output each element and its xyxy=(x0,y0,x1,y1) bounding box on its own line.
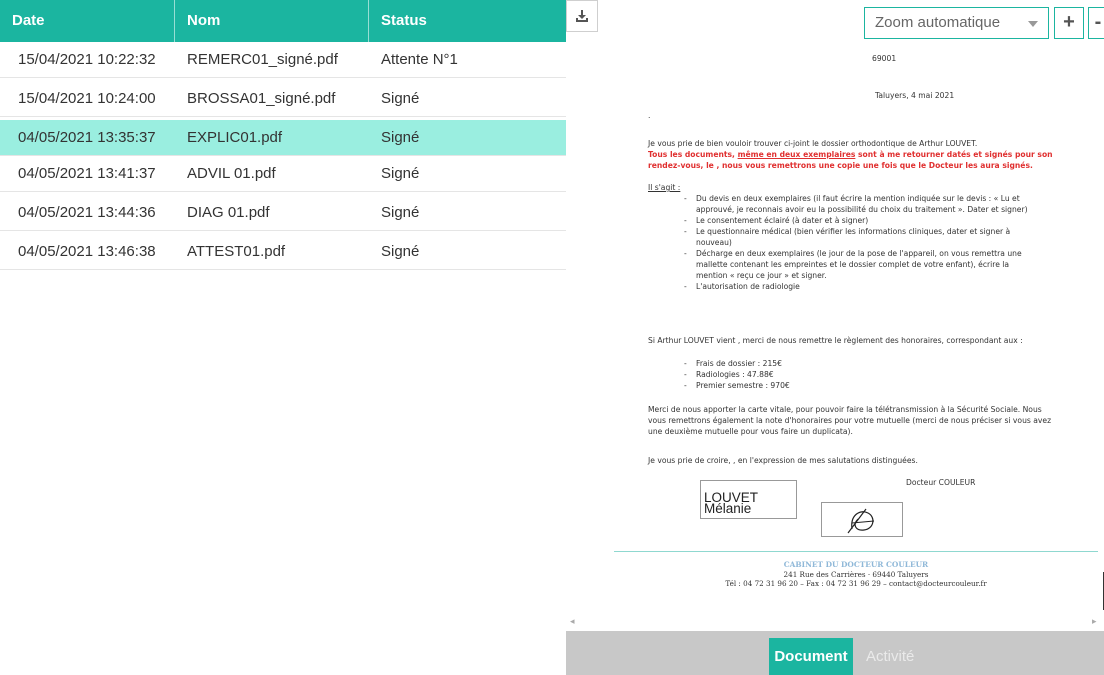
doc-carte-vitale: Merci de nous apporter la carte vitale, … xyxy=(648,405,1052,436)
signer-name-box: LOUVET Mélanie xyxy=(700,480,797,519)
row-name: REMERC01_signé.pdf xyxy=(187,51,338,68)
signature-box xyxy=(821,502,903,537)
zoom-out-button[interactable]: - xyxy=(1088,7,1104,39)
row-name: ADVIL 01.pdf xyxy=(187,165,276,182)
doc-il-sagit: Il s'agit : xyxy=(648,183,681,192)
column-header-date[interactable]: Date xyxy=(0,0,175,42)
doc-item: Décharge en deux exemplaires (le jour de… xyxy=(684,248,1039,281)
table-row[interactable]: 15/04/2021 10:22:32 REMERC01_signé.pdf A… xyxy=(0,42,566,78)
signer-name: LOUVET Mélanie xyxy=(704,490,758,516)
row-date: 15/04/2021 10:22:32 xyxy=(18,51,156,68)
chevron-down-icon xyxy=(1028,21,1038,27)
table-header: Date Nom Status xyxy=(0,0,566,42)
doc-dot: . xyxy=(648,111,651,120)
footer-contact: Tél : 04 72 31 96 20 – Fax : 04 72 31 96… xyxy=(725,579,987,588)
doc-reference: 69001 xyxy=(872,54,897,63)
table-row[interactable]: 15/04/2021 10:24:00 BROSSA01_signé.pdf S… xyxy=(0,81,566,117)
doc-item: Le questionnaire médical (bien vérifier … xyxy=(684,226,1039,248)
scroll-left-arrow-icon[interactable]: ◂ xyxy=(570,616,575,627)
doc-fees-intro: Si Arthur LOUVET vient , merci de nous r… xyxy=(648,336,1023,345)
download-button[interactable] xyxy=(566,0,598,32)
footer-name: CABINET DU DOCTEUR COULEUR xyxy=(783,560,929,569)
zoom-select[interactable]: Zoom automatique xyxy=(864,7,1049,39)
row-date: 04/05/2021 13:41:37 xyxy=(18,165,156,182)
table-row[interactable]: 04/05/2021 13:41:37 ADVIL 01.pdf Signé xyxy=(0,156,566,192)
row-status: Signé xyxy=(381,165,420,182)
footer-divider xyxy=(614,551,1098,552)
doc-place-date: Taluyers, 4 mai 2021 xyxy=(875,91,955,100)
tab-document[interactable]: Document xyxy=(769,638,853,675)
row-status: Signé xyxy=(381,129,420,146)
row-date: 04/05/2021 13:46:38 xyxy=(18,243,156,260)
doc-fee: Frais de dossier : 215€ xyxy=(684,358,934,369)
doc-closing: Je vous prie de croire, , en l'expressio… xyxy=(648,456,918,465)
row-date: 15/04/2021 10:24:00 xyxy=(18,90,156,107)
download-icon xyxy=(576,10,588,22)
row-name: EXPLIC01.pdf xyxy=(187,129,283,146)
zoom-in-button[interactable]: + xyxy=(1054,7,1084,39)
row-date: 04/05/2021 13:44:36 xyxy=(18,204,156,221)
pdf-viewer: Zoom automatique + - 69001 Taluyers, 4 m… xyxy=(566,0,1104,675)
row-date: 04/05/2021 13:35:37 xyxy=(18,129,156,146)
tab-activity[interactable]: Activité xyxy=(866,638,914,675)
documents-table: Date Nom Status 15/04/2021 10:22:32 REME… xyxy=(0,0,566,675)
doc-fee: Radiologies : 47.88€ xyxy=(684,369,934,380)
doc-item: L'autorisation de radiologie xyxy=(684,281,1039,292)
footer-address: 241 Rue des Carrières · 69440 Taluyers xyxy=(783,569,929,579)
row-status: Signé xyxy=(381,243,420,260)
scroll-right-arrow-icon[interactable]: ▸ xyxy=(1092,616,1097,627)
bottom-tab-bar: Document Activité xyxy=(566,631,1104,675)
table-row[interactable]: 04/05/2021 13:44:36 DIAG 01.pdf Signé xyxy=(0,195,566,231)
doc-item: Du devis en deux exemplaires (il faut éc… xyxy=(684,193,1039,215)
row-status: Attente N°1 xyxy=(381,51,458,68)
doc-item: Le consentement éclairé (à dater et à si… xyxy=(684,215,1039,226)
row-name: BROSSA01_signé.pdf xyxy=(187,90,336,107)
doc-fees-list: Frais de dossier : 215€ Radiologies : 47… xyxy=(684,358,934,391)
signature-drawing xyxy=(847,508,875,534)
table-row-selected[interactable]: 04/05/2021 13:35:37 EXPLIC01.pdf Signé xyxy=(0,120,566,156)
row-status: Signé xyxy=(381,90,420,107)
doc-footer: CABINET DU DOCTEUR COULEUR 241 Rue des C… xyxy=(614,560,1098,589)
doc-items-list: Du devis en deux exemplaires (il faut éc… xyxy=(684,193,1039,292)
column-header-name[interactable]: Nom xyxy=(175,0,369,42)
row-name: DIAG 01.pdf xyxy=(187,204,270,221)
row-status: Signé xyxy=(381,204,420,221)
zoom-value: Zoom automatique xyxy=(875,14,1001,31)
column-header-status[interactable]: Status xyxy=(369,0,566,42)
doc-doctor: Docteur COULEUR xyxy=(906,478,976,487)
doc-red-notice: Tous les documents, même en deux exempla… xyxy=(648,150,1053,170)
row-name: ATTEST01.pdf xyxy=(187,243,286,260)
table-row[interactable]: 04/05/2021 13:46:38 ATTEST01.pdf Signé xyxy=(0,234,566,270)
doc-intro: Je vous prie de bien vouloir trouver ci-… xyxy=(648,139,978,148)
doc-fee: Premier semestre : 970€ xyxy=(684,380,934,391)
